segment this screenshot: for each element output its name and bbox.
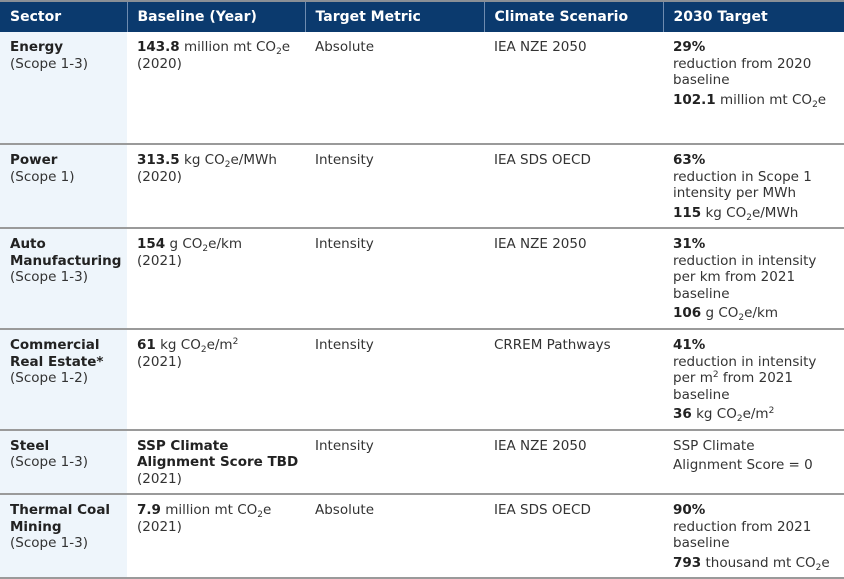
baseline-value: 313.5 xyxy=(137,152,180,168)
sector-scope: (Scope 1-2) xyxy=(10,370,89,386)
baseline-cell: 154 g CO2e/km (2021) xyxy=(127,228,305,330)
sector-cell: Auto Manufacturing (Scope 1-3) xyxy=(0,228,127,330)
table-row: Auto Manufacturing (Scope 1-3) 154 g CO2… xyxy=(0,228,844,330)
target-value: 793 xyxy=(673,554,702,571)
sector-name: Energy xyxy=(10,39,64,55)
sector-cell: Commercial Real Estate* (Scope 1-2) xyxy=(0,329,127,431)
baseline-unit: million mt CO2e xyxy=(165,502,272,520)
baseline-score-text: SSP Climate Alignment Score TBD xyxy=(137,437,299,471)
header-climate-scenario: Climate Scenario xyxy=(483,2,663,32)
target-cell: 31% reduction in intensity per km from 2… xyxy=(663,228,844,330)
baseline-year: (2020) xyxy=(137,168,182,185)
baseline-unit: g CO2e/km xyxy=(169,236,242,254)
sector-name: Auto Manufacturing xyxy=(10,236,122,269)
target-unit: kg CO2e/MWh xyxy=(705,204,799,223)
table-row: Thermal Coal Mining (Scope 1-3) 7.9 mill… xyxy=(0,494,844,579)
header-sector: Sector xyxy=(0,2,127,32)
baseline-value: 143.8 xyxy=(137,39,180,55)
target-value: 36 xyxy=(673,406,692,422)
target-cell: 90% reduction from 2021 baseline 793 tho… xyxy=(663,494,844,579)
target-metric-cell: Intensity xyxy=(305,329,484,431)
target-unit: thousand mt CO2e xyxy=(705,554,830,573)
target-line-2: Alignment Score = 0 xyxy=(673,457,813,473)
baseline-cell: 313.5 kg CO2e/MWh (2020) xyxy=(127,144,305,229)
sector-name: Commercial Real Estate* xyxy=(10,337,104,370)
baseline-unit: kg CO2e/m2 xyxy=(160,337,239,355)
baseline-unit: kg CO2e/MWh xyxy=(184,152,277,170)
target-metric-cell: Absolute xyxy=(305,494,484,579)
target-description: reduction in intensity per m2 from 2021 … xyxy=(673,353,817,403)
target-value: 106 xyxy=(673,305,702,321)
target-percent: 31% xyxy=(673,236,706,252)
baseline-unit: million mt CO2e xyxy=(184,39,291,57)
target-metric-cell: Intensity xyxy=(305,144,484,229)
baseline-year: (2021) xyxy=(137,252,182,269)
target-description: reduction from 2021 baseline xyxy=(673,518,812,552)
baseline-cell: 143.8 million mt CO2e (2020) xyxy=(127,32,305,145)
table-row: Energy (Scope 1-3) 143.8 million mt CO2e… xyxy=(0,32,844,145)
climate-scenario-cell: IEA NZE 2050 xyxy=(484,228,663,330)
climate-scenario-cell: IEA SDS OECD xyxy=(484,144,663,229)
sector-scope: (Scope 1-3) xyxy=(10,55,89,72)
sector-scope: (Scope 1-3) xyxy=(10,454,89,470)
target-percent: 29% xyxy=(673,39,706,55)
baseline-cell: SSP Climate Alignment Score TBD (2021) xyxy=(127,429,305,495)
baseline-year: (2020) xyxy=(137,55,182,72)
sector-cell: Power (Scope 1) xyxy=(0,144,127,229)
baseline-year: (2021) xyxy=(137,353,182,370)
table-row: Power (Scope 1) 313.5 kg CO2e/MWh (2020)… xyxy=(0,144,844,229)
climate-scenario-cell: IEA SDS OECD xyxy=(484,494,663,579)
target-metric-cell: Absolute xyxy=(305,32,484,145)
header-row: Sector Baseline (Year) Target Metric Cli… xyxy=(0,2,844,32)
target-unit: kg CO2e/m2 xyxy=(696,406,775,424)
baseline-cell: 7.9 million mt CO2e (2021) xyxy=(127,494,305,579)
target-cell: 63% reduction in Scope 1 intensity per M… xyxy=(663,144,844,229)
table-header: Sector Baseline (Year) Target Metric Cli… xyxy=(0,2,844,32)
sector-cell: Steel (Scope 1-3) xyxy=(0,429,127,495)
baseline-year: (2021) xyxy=(137,470,182,487)
table-row: Commercial Real Estate* (Scope 1-2) 61 k… xyxy=(0,329,844,431)
target-unit: million mt CO2e xyxy=(720,91,827,110)
target-percent: 63% xyxy=(673,152,706,168)
target-cell: 41% reduction in intensity per m2 from 2… xyxy=(663,329,844,431)
header-baseline: Baseline (Year) xyxy=(126,2,305,32)
emissions-targets-table: Sector Baseline (Year) Target Metric Cli… xyxy=(0,2,844,579)
climate-scenario-cell: IEA NZE 2050 xyxy=(484,32,663,145)
target-unit: g CO2e/km xyxy=(705,305,778,323)
target-metric-cell: Intensity xyxy=(305,429,484,495)
target-metric-cell: Intensity xyxy=(305,228,484,330)
table-row: Steel (Scope 1-3) SSP Climate Alignment … xyxy=(0,429,844,495)
sector-cell: Thermal Coal Mining (Scope 1-3) xyxy=(0,494,127,579)
target-line-1: SSP Climate xyxy=(673,437,755,454)
sector-scope: (Scope 1-3) xyxy=(10,535,89,551)
table-body: Energy (Scope 1-3) 143.8 million mt CO2e… xyxy=(0,32,844,579)
baseline-value: 7.9 xyxy=(137,502,161,518)
target-value: 102.1 xyxy=(673,91,716,108)
target-description: reduction in intensity per km from 2021 … xyxy=(673,252,817,302)
climate-scenario-cell: IEA NZE 2050 xyxy=(484,429,663,495)
sector-scope: (Scope 1-3) xyxy=(10,269,89,285)
sector-name: Thermal Coal Mining xyxy=(10,502,111,535)
header-2030-target: 2030 Target xyxy=(662,2,844,32)
sector-scope: (Scope 1) xyxy=(10,168,75,185)
target-cell: 29% reduction from 2020 baseline 102.1 m… xyxy=(663,32,844,145)
sector-name: Power xyxy=(10,152,58,168)
target-percent: 90% xyxy=(673,502,706,518)
baseline-year: (2021) xyxy=(137,518,182,535)
header-target-metric: Target Metric xyxy=(304,2,484,32)
sector-name: Steel xyxy=(10,437,50,454)
emissions-targets-table-container: Sector Baseline (Year) Target Metric Cli… xyxy=(0,0,844,579)
baseline-cell: 61 kg CO2e/m2 (2021) xyxy=(127,329,305,431)
target-description: reduction in Scope 1 intensity per MWh xyxy=(673,168,812,202)
baseline-value: 61 xyxy=(137,337,156,353)
climate-scenario-cell: CRREM Pathways xyxy=(484,329,663,431)
target-description: reduction from 2020 baseline xyxy=(673,55,812,89)
target-cell: SSP Climate Alignment Score = 0 xyxy=(663,429,844,495)
baseline-value: 154 xyxy=(137,236,166,252)
target-value: 115 xyxy=(673,204,702,221)
sector-cell: Energy (Scope 1-3) xyxy=(0,32,127,145)
target-percent: 41% xyxy=(673,337,706,353)
